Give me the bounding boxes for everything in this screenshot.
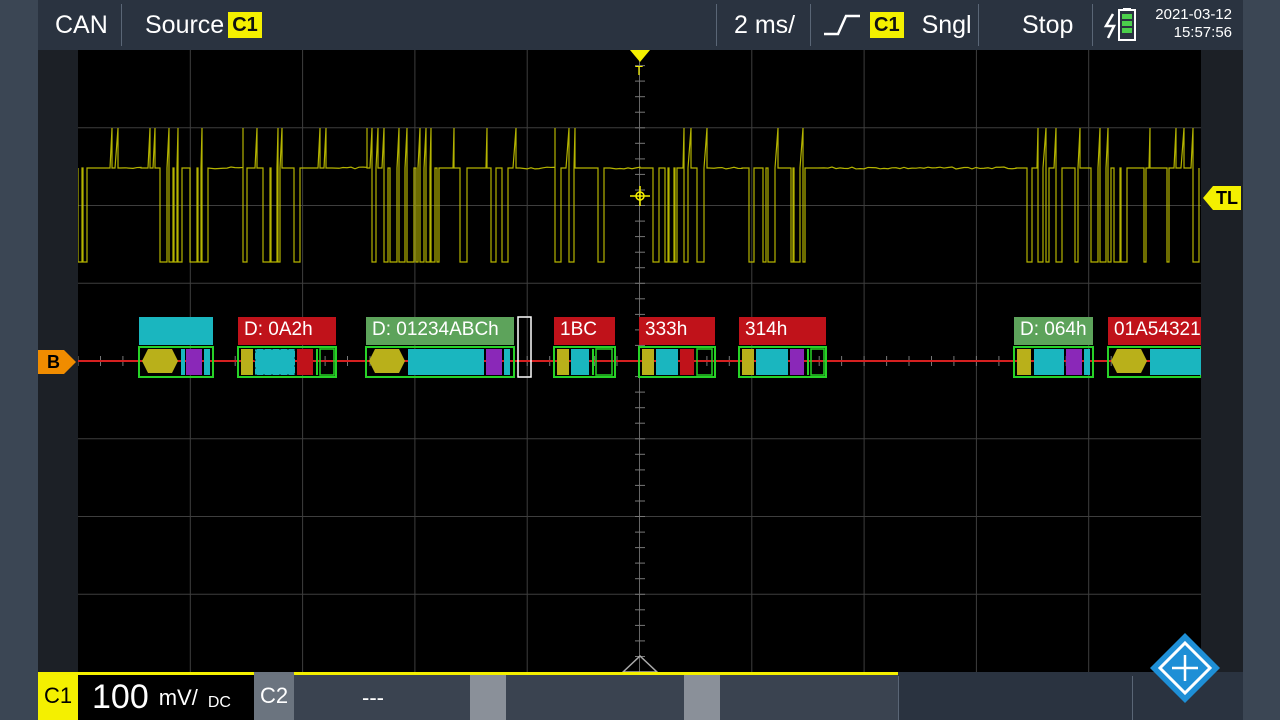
run-stop-button[interactable]: Stop <box>1022 0 1073 50</box>
ch1-badge[interactable]: C1 <box>38 672 78 720</box>
datetime: 2021-03-12 15:57:56 <box>1140 6 1232 42</box>
divider <box>121 4 122 46</box>
frame-label: 1BC <box>560 319 597 340</box>
divider <box>978 4 979 46</box>
trigger-label: T <box>635 63 643 78</box>
frame-label: D: 01234ABCh <box>372 319 499 340</box>
trigger-channel-badge: C1 <box>870 12 904 38</box>
trigger-bottom-marker <box>621 654 659 672</box>
ch1-scale-button[interactable]: 100 mV/ DC <box>78 672 254 720</box>
ch3-badge[interactable] <box>470 672 506 720</box>
rising-edge-icon <box>824 14 860 36</box>
ch2-scale-button[interactable]: --- <box>294 672 470 720</box>
waveform-display[interactable]: D: 0A2h D: 01234ABCh 1BC 333h 314h D: 06… <box>78 50 1201 672</box>
divider <box>1092 4 1093 46</box>
bus-marker-label: B <box>47 352 60 372</box>
right-gutter <box>1201 50 1243 672</box>
trigger-level-label: TL <box>1216 188 1238 208</box>
battery-charging-icon <box>1103 8 1136 41</box>
ch1-scale-value: 100 <box>92 678 149 716</box>
ch1-scale-unit: mV/ <box>158 684 198 710</box>
frame-label: D: 064h <box>1020 319 1087 340</box>
run-state-text: Stop <box>1022 10 1074 39</box>
ch4-badge[interactable] <box>684 672 720 720</box>
protocol-label[interactable]: CAN <box>55 0 108 50</box>
frame-label: 01A54321 <box>1114 319 1201 340</box>
ch2-name: C2 <box>259 683 289 708</box>
time-text: 15:57:56 <box>1173 24 1232 41</box>
timebase-text: 2 ms/ <box>734 10 796 39</box>
frame-label: 314h <box>745 319 788 340</box>
divider <box>810 4 811 46</box>
source-channel-badge: C1 <box>228 12 262 38</box>
timebase-button[interactable]: 2 ms/ <box>734 0 795 50</box>
trigger-mode-text: Sngl <box>921 10 972 39</box>
ch4-scale-button[interactable] <box>720 672 898 720</box>
ch1-name: C1 <box>43 683 73 708</box>
ch3-scale-button[interactable] <box>506 672 684 720</box>
divider <box>716 4 717 46</box>
frame-label <box>139 317 213 343</box>
bus-b-marker[interactable]: B <box>38 350 76 374</box>
bus-decode-track <box>78 50 1201 672</box>
source-selector[interactable]: Source C1 <box>145 0 262 50</box>
divider <box>898 676 899 720</box>
frame-label: 333h <box>645 319 688 340</box>
protocol-text: CAN <box>55 10 108 39</box>
crosshair-icon <box>630 186 650 206</box>
brand-logo-icon[interactable] <box>1150 633 1220 703</box>
trigger-level-marker[interactable]: TL <box>1203 186 1241 210</box>
ch2-badge[interactable]: C2 <box>254 672 294 720</box>
source-text: Source <box>145 10 225 39</box>
trigger-position-icon[interactable] <box>630 50 650 62</box>
divider <box>1132 676 1133 720</box>
frame-label: D: 0A2h <box>244 319 313 340</box>
ch2-value: --- <box>362 684 384 710</box>
date-text: 2021-03-12 <box>1155 6 1232 23</box>
trigger-setup-button[interactable]: C1 Sngl <box>822 0 972 50</box>
ch1-coupling: DC <box>207 693 231 711</box>
